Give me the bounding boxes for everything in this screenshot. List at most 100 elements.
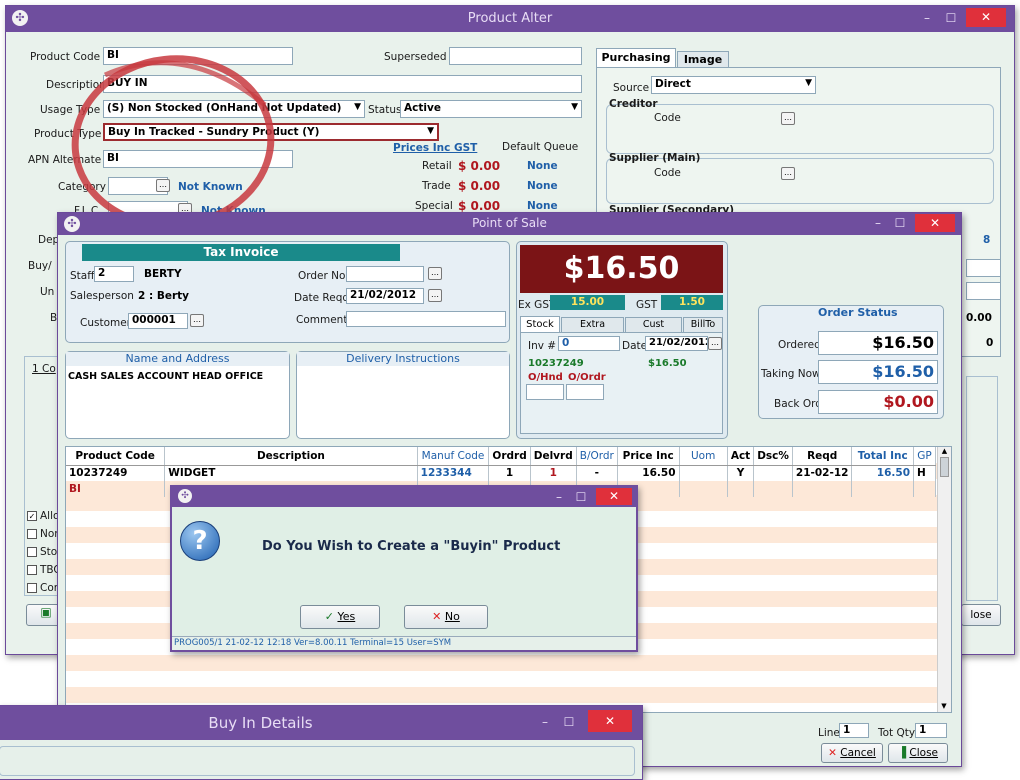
date-reqd-input[interactable]: 21/02/2012	[346, 288, 424, 304]
col-total-inc[interactable]: Total Inc	[851, 447, 914, 466]
creditor-label: Creditor	[609, 98, 658, 110]
grid-scrollbar[interactable]: ▲ ▼	[937, 447, 951, 712]
col-bordr[interactable]: B/Ordr	[576, 447, 618, 466]
minimize-button[interactable]: –	[916, 9, 938, 27]
trade-label: Trade	[422, 180, 451, 192]
close-button[interactable]: ✕	[588, 710, 632, 732]
right-field-1[interactable]	[966, 259, 1001, 277]
no-button[interactable]: ✕ No	[404, 605, 488, 629]
col-price-inc[interactable]: Price Inc	[617, 447, 680, 466]
yes-button[interactable]: ✓ Yes	[300, 605, 380, 629]
cell-empty	[851, 481, 914, 497]
prices-header: Prices Inc GST	[393, 142, 478, 154]
description-input[interactable]: BUY IN	[103, 75, 582, 93]
order-no-lookup-button[interactable]: …	[428, 267, 442, 280]
customer-lookup-button[interactable]: …	[190, 314, 204, 327]
tab-billto-label: BillTo	[690, 319, 716, 330]
staff-input[interactable]: 2	[94, 266, 134, 282]
category-lookup-button[interactable]: …	[156, 179, 170, 192]
scroll-up-icon[interactable]: ▲	[938, 447, 951, 455]
cell-bordr: -	[576, 465, 618, 481]
inv-input[interactable]: 0	[558, 336, 620, 351]
maximize-button[interactable]: ☐	[889, 214, 911, 232]
con-checkbox[interactable]	[27, 583, 37, 593]
close-button[interactable]: ✕	[915, 214, 955, 232]
minimize-button[interactable]: –	[534, 713, 556, 731]
staff-label: Staff	[70, 270, 95, 282]
col-reqd[interactable]: Reqd	[792, 447, 853, 466]
superseded-input[interactable]	[449, 47, 582, 65]
minimize-button[interactable]: –	[867, 214, 889, 232]
col-product-code[interactable]: Product Code	[66, 447, 166, 466]
col-act[interactable]: Act	[727, 447, 755, 466]
right-partial-value-1: 0.00	[966, 312, 992, 324]
tab-stock[interactable]: Stock	[520, 316, 560, 332]
cell-product-code: 10237249	[66, 465, 166, 481]
pos-close-button[interactable]: ▐ Close	[888, 743, 948, 763]
close-button[interactable]: ✕	[966, 8, 1006, 27]
tab-purchasing[interactable]: Purchasing	[596, 48, 676, 68]
order-no-input[interactable]	[346, 266, 424, 282]
date-calendar-button[interactable]: …	[708, 337, 722, 350]
col-gp[interactable]: GP	[913, 447, 936, 466]
col-manuf-code[interactable]: Manuf Code	[417, 447, 490, 466]
x-icon: ✕	[432, 610, 442, 623]
tab-image[interactable]: Image	[677, 51, 729, 68]
usage-type-value: (S) Non Stocked (OnHand Not Updated)	[107, 102, 342, 114]
creditor-lookup-button[interactable]: …	[781, 112, 795, 125]
product-code-input[interactable]: BI	[103, 47, 293, 65]
tab-billto[interactable]: BillTo	[683, 317, 723, 332]
window-title: Product Alter	[467, 11, 553, 26]
nor-checkbox[interactable]	[27, 529, 37, 539]
taking-now-label: Taking Now	[761, 368, 821, 380]
cancel-button[interactable]: ✕ Cancel	[821, 743, 883, 763]
maximize-button[interactable]: ☐	[940, 9, 962, 27]
tot-qty-input[interactable]: 1	[915, 723, 947, 738]
ohnd-box	[526, 384, 564, 400]
dialog-titlebar: ✣ – ☐ ✕	[172, 487, 636, 507]
lines-input[interactable]: 1	[839, 723, 869, 738]
supplier-main-lookup-button[interactable]: …	[781, 167, 795, 180]
col-delvrd[interactable]: Delvrd	[530, 447, 577, 466]
gst-box: 1.50	[661, 295, 723, 310]
left-tab[interactable]: 1 Co	[32, 363, 56, 375]
source-select[interactable]: Direct ▼	[651, 76, 816, 94]
apn-label: APN Alternate	[28, 154, 102, 166]
tab-cust-details[interactable]: Cust Details	[625, 317, 682, 344]
close-button[interactable]: ✕	[596, 488, 632, 505]
product-type-select[interactable]: Buy In Tracked - Sundry Product (Y) ▼	[103, 123, 439, 141]
tab-extra-details[interactable]: Extra Details	[561, 317, 624, 344]
stock-price: $16.50	[648, 358, 687, 369]
col-description[interactable]: Description	[164, 447, 418, 466]
ex-gst-box: 15.00	[550, 295, 625, 310]
apn-input[interactable]: BI	[103, 150, 293, 168]
maximize-button[interactable]: ☐	[558, 713, 580, 731]
table-row[interactable]: 10237249 WIDGET 1233344 1 1 - 16.50 Y 21…	[66, 465, 936, 481]
col-ordrd[interactable]: Ordrd	[488, 447, 531, 466]
date-reqd-calendar-button[interactable]: …	[428, 289, 442, 302]
close-button-partial[interactable]: lose	[961, 604, 1001, 626]
scroll-thumb[interactable]	[940, 457, 949, 477]
minimize-button[interactable]: –	[548, 488, 570, 506]
status-select[interactable]: Active ▼	[400, 100, 582, 118]
col-uom[interactable]: Uom	[679, 447, 728, 466]
comments-input[interactable]	[346, 311, 506, 327]
right-lower-panel	[966, 376, 998, 601]
close-door-icon: ▐	[897, 747, 907, 759]
right-field-2[interactable]	[966, 282, 1001, 300]
gst-label: GST	[636, 299, 658, 311]
customer-input[interactable]: 000001	[128, 313, 188, 329]
allow-checkbox[interactable]: ✓	[27, 511, 37, 521]
tax-invoice-header: Tax Invoice	[82, 244, 400, 261]
oordr-box	[566, 384, 604, 400]
col-dsc[interactable]: Dsc%	[753, 447, 793, 466]
usage-type-select[interactable]: (S) Non Stocked (OnHand Not Updated) ▼	[103, 100, 365, 118]
right-partial-value-2: 0	[986, 337, 994, 349]
special-label: Special	[415, 200, 453, 212]
tbo-checkbox[interactable]	[27, 565, 37, 575]
no-label: No	[444, 610, 460, 623]
date-input[interactable]: 21/02/2012	[645, 336, 708, 351]
maximize-button[interactable]: ☐	[570, 488, 592, 506]
sto-checkbox[interactable]	[27, 547, 37, 557]
scroll-down-icon[interactable]: ▼	[938, 702, 950, 710]
